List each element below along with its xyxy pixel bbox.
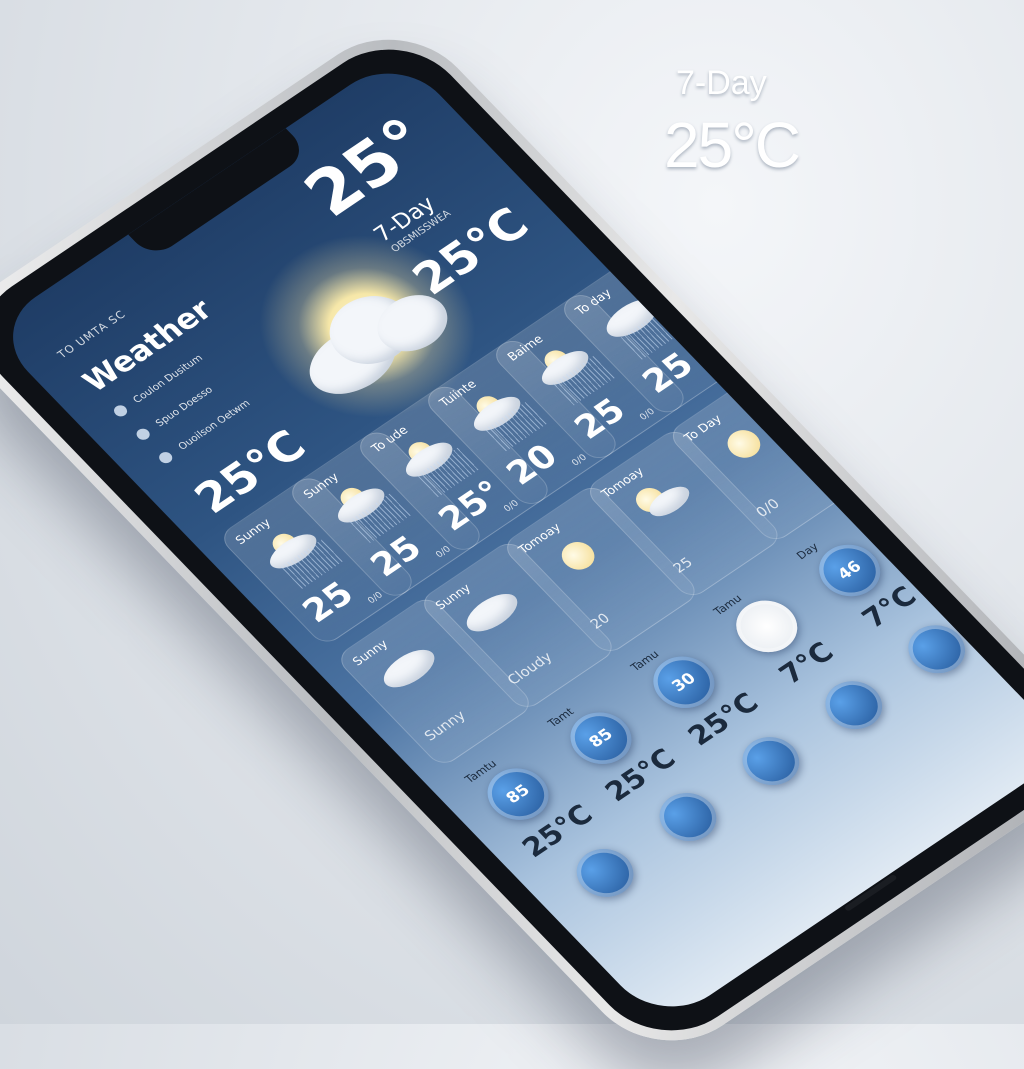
cloud-bubble-icon[interactable] <box>813 671 894 739</box>
phone-frame: TO UMTA SC Weather Coulon Dusitum Spuo D… <box>0 10 1024 1069</box>
forecast-caption: 25 <box>670 554 697 577</box>
cloud-bubble-icon[interactable] <box>896 615 977 683</box>
cloud-bubble-icon[interactable] <box>730 727 811 795</box>
raindrop-icon <box>156 449 175 466</box>
raindrop-icon <box>111 403 130 419</box>
forecast-caption: 20 <box>587 610 614 633</box>
camera-notch <box>128 128 310 260</box>
raindrop-icon <box>133 426 153 442</box>
forecast-caption: 0/0 <box>753 496 784 521</box>
forecast-unit: 0/0 <box>570 452 590 469</box>
forecast-unit: 0/0 <box>638 407 658 423</box>
forecast-unit: 0/0 <box>366 590 386 606</box>
forecast-unit: 0/0 <box>434 544 454 561</box>
cloud-bubble-icon[interactable] <box>565 839 645 907</box>
app-title: Weather <box>76 293 220 399</box>
phone-mockup: TO UMTA SC Weather Coulon Dusitum Spuo D… <box>0 0 1024 1069</box>
forecast-unit: 0/0 <box>706 361 726 377</box>
phone-bezel: TO UMTA SC Weather Coulon Dusitum Spuo D… <box>0 23 1024 1057</box>
weather-app-screen: TO UMTA SC Weather Coulon Dusitum Spuo D… <box>0 52 1024 1028</box>
cloud-bubble-icon[interactable] <box>648 783 728 851</box>
forecast-caption: Sunny <box>421 708 470 745</box>
forecast-caption: Cloudy <box>504 649 556 689</box>
forecast-day-label: Day <box>793 540 822 563</box>
